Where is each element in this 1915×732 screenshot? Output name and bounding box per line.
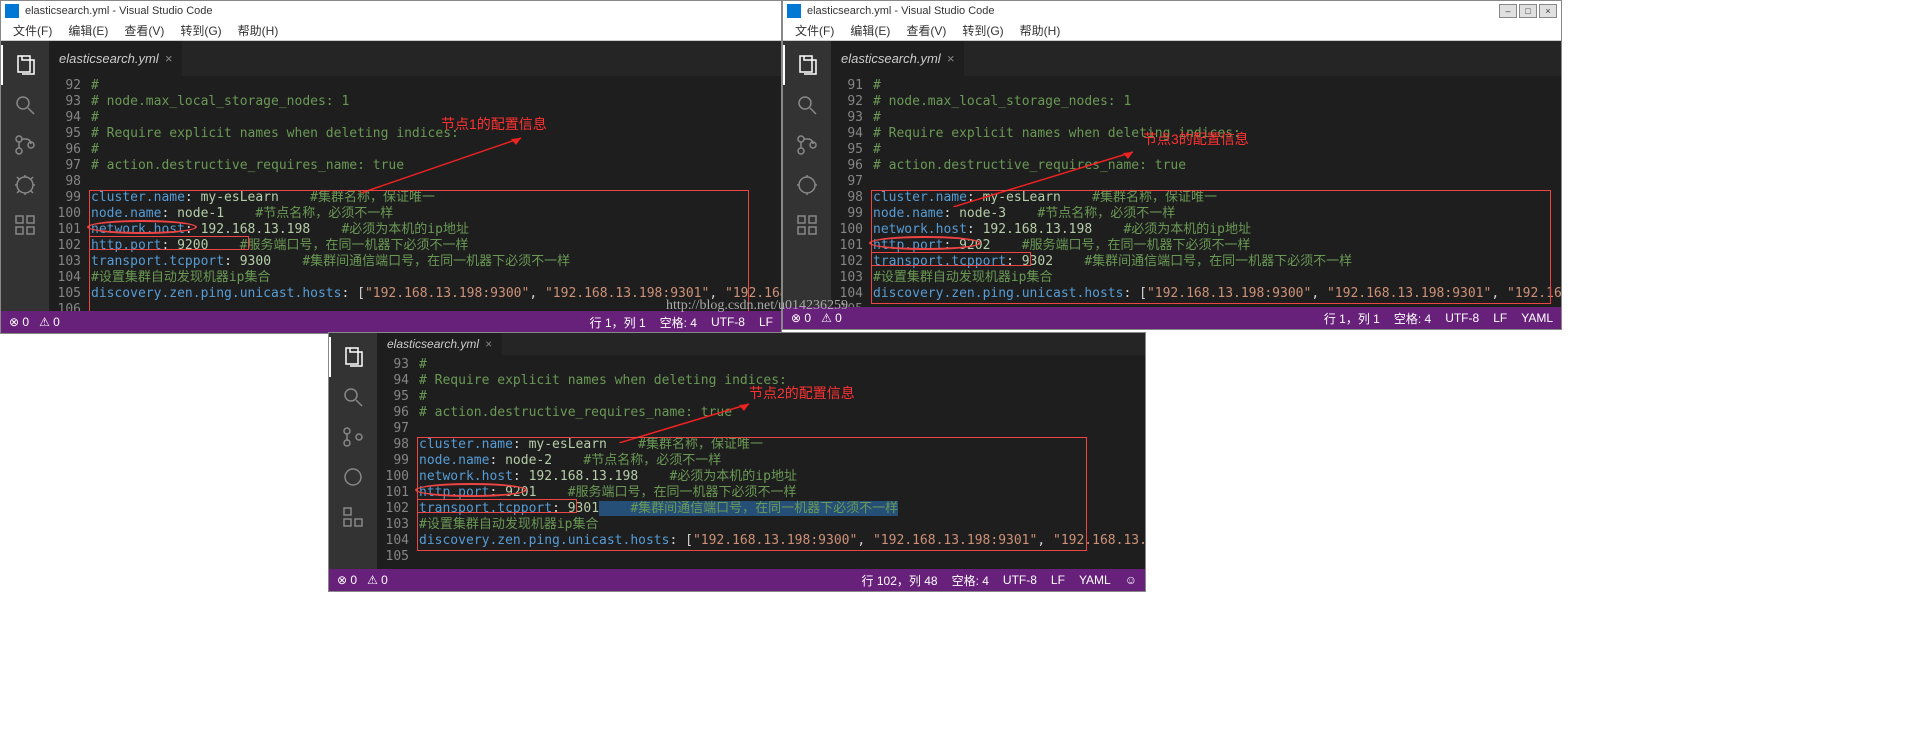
debug-icon[interactable] (329, 457, 377, 497)
editor-area: elasticsearch.yml × ⫽ ⋯ 9192939495969798… (831, 41, 1561, 307)
close-icon[interactable]: × (165, 51, 173, 66)
vscode-window-node3: elasticsearch.yml - Visual Studio Code –… (782, 0, 1562, 330)
status-warnings[interactable]: ⚠ 0 (821, 311, 842, 325)
status-errors[interactable]: ⊗ 0 (791, 311, 811, 325)
menu-file[interactable]: 文件(F) (5, 22, 60, 39)
status-warnings[interactable]: ⚠ 0 (39, 315, 60, 329)
menu-edit[interactable]: 编辑(E) (842, 22, 898, 39)
annotation-label: 节点1的配置信息 (441, 116, 547, 132)
annotation-label: 节点2的配置信息 (749, 385, 855, 401)
vscode-logo-icon (787, 4, 801, 18)
status-encoding[interactable]: UTF-8 (1003, 573, 1037, 587)
status-errors[interactable]: ⊗ 0 (337, 573, 357, 587)
close-icon[interactable]: × (485, 337, 492, 351)
search-icon[interactable] (329, 377, 377, 417)
line-gutter: 9293949596979899100101102103104105106 (49, 78, 91, 311)
menu-help[interactable]: 帮助(H) (230, 22, 287, 39)
status-cursor[interactable]: 行 1，列 1 (1324, 310, 1380, 327)
main-area: elasticsearch.yml × ⫽ ⋯ 9394959697989910… (329, 333, 1145, 569)
vscode-window-node1: elasticsearch.yml - Visual Studio Code 文… (0, 0, 782, 334)
code-editor[interactable]: 919293949596979899100101102103104105 ## … (831, 76, 1561, 307)
code-editor[interactable]: 9293949596979899100101102103104105106 ##… (49, 76, 781, 311)
line-gutter: 93949596979899100101102103104105 (377, 357, 419, 569)
debug-icon[interactable] (1, 165, 49, 205)
tab-label: elasticsearch.yml (387, 337, 479, 351)
window-title: elasticsearch.yml - Visual Studio Code (25, 5, 213, 17)
menu-bar[interactable]: 文件(F) 编辑(E) 查看(V) 转到(G) 帮助(H) (783, 21, 1561, 41)
status-bar: ⊗ 0 ⚠ 0 行 1，列 1 空格: 4 UTF-8 LF (1, 311, 781, 333)
status-bar: ⊗ 0 ⚠ 0 行 1，列 1 空格: 4 UTF-8 LF YAML (783, 307, 1561, 329)
code-content[interactable]: ## Require explicit names when deleting … (419, 357, 1145, 569)
status-encoding[interactable]: UTF-8 (1445, 311, 1479, 325)
menu-view[interactable]: 查看(V) (898, 22, 954, 39)
status-warnings[interactable]: ⚠ 0 (367, 573, 388, 587)
tab-label: elasticsearch.yml (59, 51, 159, 66)
line-gutter: 919293949596979899100101102103104105 (831, 78, 873, 307)
vscode-logo-icon (5, 4, 19, 18)
explorer-icon[interactable] (1, 45, 49, 85)
explorer-icon[interactable] (329, 337, 377, 377)
menu-file[interactable]: 文件(F) (787, 22, 842, 39)
source-control-icon[interactable] (329, 417, 377, 457)
maximize-button[interactable]: □ (1519, 4, 1537, 18)
search-icon[interactable] (1, 85, 49, 125)
tab-elasticsearch[interactable]: elasticsearch.yml × (831, 41, 964, 76)
menu-edit[interactable]: 编辑(E) (60, 22, 116, 39)
menu-bar[interactable]: 文件(F) 编辑(E) 查看(V) 转到(G) 帮助(H) (1, 21, 781, 41)
menu-view[interactable]: 查看(V) (116, 22, 172, 39)
extensions-icon[interactable] (1, 205, 49, 245)
close-button[interactable]: × (1539, 4, 1557, 18)
status-cursor[interactable]: 行 102，列 48 (862, 572, 938, 589)
status-errors[interactable]: ⊗ 0 (9, 315, 29, 329)
status-cursor[interactable]: 行 1，列 1 (590, 314, 646, 331)
status-eol[interactable]: LF (1051, 573, 1065, 587)
status-spaces[interactable]: 空格: 4 (660, 314, 697, 331)
menu-help[interactable]: 帮助(H) (1012, 22, 1069, 39)
close-icon[interactable]: × (947, 51, 955, 66)
window-title: elasticsearch.yml - Visual Studio Code (807, 5, 995, 17)
source-control-icon[interactable] (783, 125, 831, 165)
activity-bar (1, 41, 49, 311)
main-area: elasticsearch.yml × 92939495969798991001… (1, 41, 781, 311)
status-lang[interactable]: YAML (1079, 573, 1111, 587)
tab-bar: elasticsearch.yml × ⫽ ⋯ (831, 41, 1561, 76)
vscode-window-node2: elasticsearch.yml × ⫽ ⋯ 9394959697989910… (328, 332, 1146, 592)
status-eol[interactable]: LF (1493, 311, 1507, 325)
tab-bar: elasticsearch.yml × ⫽ ⋯ (377, 333, 1145, 355)
tab-elasticsearch[interactable]: elasticsearch.yml × (377, 333, 502, 355)
title-bar: elasticsearch.yml - Visual Studio Code –… (783, 1, 1561, 21)
status-lang[interactable]: YAML (1521, 311, 1553, 325)
tab-bar: elasticsearch.yml × (49, 41, 781, 76)
tab-elasticsearch[interactable]: elasticsearch.yml × (49, 41, 182, 76)
status-eol[interactable]: LF (759, 315, 773, 329)
debug-icon[interactable] (783, 165, 831, 205)
status-smile-icon[interactable]: ☺ (1125, 573, 1137, 587)
editor-area: elasticsearch.yml × ⫽ ⋯ 9394959697989910… (377, 333, 1145, 569)
menu-goto[interactable]: 转到(G) (172, 22, 229, 39)
editor-area: elasticsearch.yml × 92939495969798991001… (49, 41, 781, 311)
status-bar: ⊗ 0 ⚠ 0 行 102，列 48 空格: 4 UTF-8 LF YAML ☺ (329, 569, 1145, 591)
activity-bar (783, 41, 831, 307)
status-spaces[interactable]: 空格: 4 (952, 572, 989, 589)
minimize-button[interactable]: – (1499, 4, 1517, 18)
source-control-icon[interactable] (1, 125, 49, 165)
status-spaces[interactable]: 空格: 4 (1394, 310, 1431, 327)
extensions-icon[interactable] (329, 497, 377, 537)
extensions-icon[interactable] (783, 205, 831, 245)
title-bar: elasticsearch.yml - Visual Studio Code (1, 1, 781, 21)
code-editor[interactable]: 93949596979899100101102103104105 ## Requ… (377, 355, 1145, 569)
tab-label: elasticsearch.yml (841, 51, 941, 66)
explorer-icon[interactable] (783, 45, 831, 85)
annotation-label: 节点3的配置信息 (1143, 131, 1249, 147)
menu-goto[interactable]: 转到(G) (954, 22, 1011, 39)
status-encoding[interactable]: UTF-8 (711, 315, 745, 329)
code-content[interactable]: ## node.max_local_storage_nodes: 1## Req… (91, 78, 781, 311)
activity-bar (329, 333, 377, 569)
search-icon[interactable] (783, 85, 831, 125)
code-content[interactable]: ## node.max_local_storage_nodes: 1## Req… (873, 78, 1561, 307)
main-area: elasticsearch.yml × ⫽ ⋯ 9192939495969798… (783, 41, 1561, 307)
